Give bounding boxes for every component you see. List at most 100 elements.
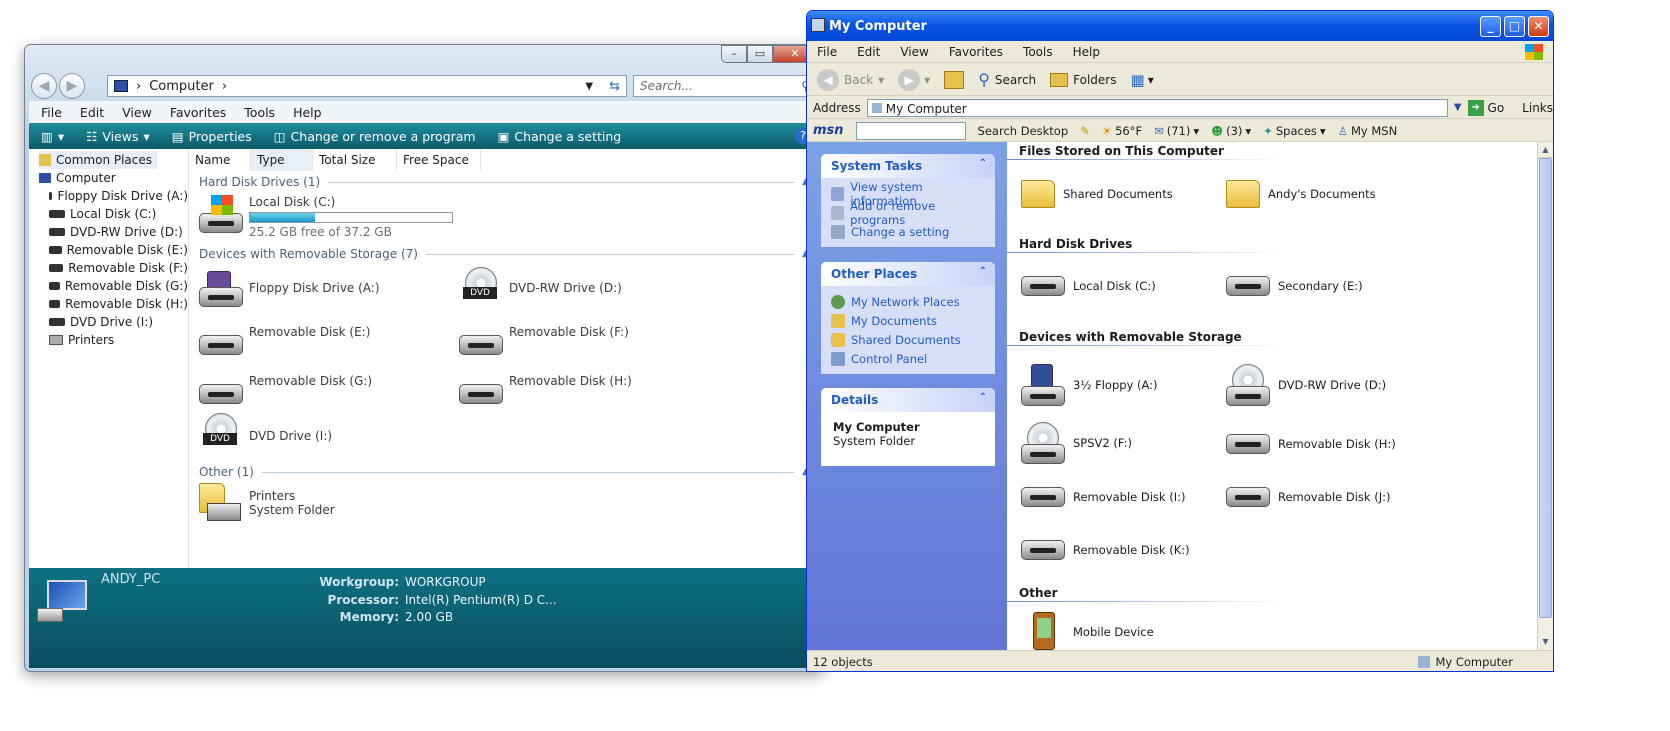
maximize-button[interactable]: □ (1504, 16, 1525, 37)
refresh-icon[interactable]: ⇆ (609, 79, 620, 94)
place-control-panel[interactable]: Control Panel (831, 349, 985, 368)
column-total-size[interactable]: Total Size (313, 149, 397, 171)
place-shared-documents[interactable]: Shared Documents (831, 330, 985, 349)
local-disk-item[interactable]: Local Disk (C:) 25.2 GB free of 37.2 GB (199, 195, 453, 239)
sidebar-item-computer[interactable]: Computer (39, 169, 188, 187)
removable-k-item[interactable]: Removable Disk (K:) (1021, 540, 1190, 560)
removable-h-item[interactable]: Removable Disk (H:) (1226, 434, 1396, 454)
back-button[interactable]: ◀ Back ▾ (817, 68, 884, 91)
address-dropdown-icon[interactable]: ▼ (585, 81, 593, 92)
removable-disk-f-item[interactable]: Removable Disk (F:) (459, 325, 629, 355)
column-name[interactable]: Name (189, 149, 251, 171)
menu-file[interactable]: File (817, 45, 837, 59)
menu-tools[interactable]: Tools (244, 105, 275, 120)
other-places-header[interactable]: Other Places ⌃ (821, 262, 995, 286)
sidebar-item-floppy[interactable]: Floppy Disk Drive (A:) (49, 187, 188, 205)
go-button[interactable]: ➜ Go (1467, 99, 1504, 116)
sidebar-item-dvd-rw[interactable]: DVD-RW Drive (D:) (49, 223, 188, 241)
views-button[interactable]: ▦ ▾ (1131, 71, 1154, 89)
change-setting-button[interactable]: ▣ Change a setting (498, 129, 622, 144)
secondary-e-item[interactable]: Secondary (E:) (1226, 276, 1363, 296)
spaces-button[interactable]: ✦ Spaces ▾ (1263, 124, 1325, 138)
forward-button[interactable]: ▶ (59, 73, 85, 99)
mobile-device-item[interactable]: Mobile Device (1021, 612, 1154, 652)
back-button[interactable]: ◀ (31, 73, 57, 99)
scroll-down-icon[interactable]: ▼ (1538, 634, 1553, 650)
search-button[interactable]: ⚲ Search (978, 70, 1036, 89)
search-desktop-button[interactable]: Search Desktop (978, 124, 1069, 138)
scroll-thumb[interactable] (1539, 158, 1552, 618)
change-program-button[interactable]: ◫ Change or remove a program (274, 129, 476, 144)
removable-disk-g-item[interactable]: Removable Disk (G:) (199, 374, 372, 404)
up-folder-icon[interactable] (944, 70, 965, 89)
dvd-rw-d-item[interactable]: DVD-RW Drive (D:) (1226, 364, 1386, 406)
sidebar-item-removable-e[interactable]: Removable Disk (E:) (49, 241, 188, 259)
menu-view[interactable]: View (122, 105, 152, 120)
minimize-button[interactable]: _ (1480, 16, 1501, 37)
search-input[interactable]: Search...⚲ (633, 75, 817, 97)
place-network[interactable]: My Network Places (831, 292, 985, 311)
dvd-drive-i-item[interactable]: DVD DVD Drive (I:) (199, 413, 332, 455)
sidebar-item-local-disk[interactable]: Local Disk (C:) (49, 205, 188, 223)
place-my-documents[interactable]: My Documents (831, 311, 985, 330)
spsv2-f-item[interactable]: SPSV2 (F:) (1021, 422, 1132, 464)
organize-button[interactable]: ▥ ▾ (41, 129, 64, 144)
removable-disk-e-item[interactable]: Removable Disk (E:) (199, 325, 370, 355)
floppy-drive-item[interactable]: Floppy Disk Drive (A:) (199, 271, 380, 307)
sidebar-item-removable-g[interactable]: Removable Disk (G:) (49, 277, 188, 295)
local-disk-c-item[interactable]: Local Disk (C:) (1021, 276, 1156, 296)
collapse-icon[interactable]: ⌃ (979, 392, 987, 403)
group-other[interactable]: Other (1)▲ (199, 465, 809, 479)
collapse-icon[interactable]: ⌃ (979, 266, 987, 277)
menu-edit[interactable]: Edit (80, 105, 104, 120)
details-header[interactable]: Details ⌃ (821, 388, 995, 412)
msn-search-input[interactable] (855, 121, 966, 140)
task-add-remove-programs[interactable]: Add or remove programs (831, 199, 985, 227)
collapse-icon[interactable]: ⌃ (979, 158, 987, 169)
group-hard-disk-drives[interactable]: Hard Disk Drives (1)▲ (199, 175, 809, 189)
sidebar-item-removable-h[interactable]: Removable Disk (H:) (49, 295, 188, 313)
column-type[interactable]: Type (251, 149, 313, 171)
properties-button[interactable]: ▤ Properties (172, 129, 252, 144)
close-button[interactable]: ✕ (1528, 16, 1549, 37)
menu-help[interactable]: Help (1073, 45, 1100, 59)
views-button[interactable]: ☷ Views ▾ (86, 129, 150, 144)
maximize-button[interactable]: ▭ (747, 45, 773, 63)
address-input[interactable]: My Computer (866, 98, 1448, 117)
sidebar-item-dvd-drive[interactable]: DVD Drive (I:) (49, 313, 188, 331)
menu-favorites[interactable]: Favorites (170, 105, 226, 120)
menu-file[interactable]: File (41, 105, 62, 120)
removable-disk-h-item[interactable]: Removable Disk (H:) (459, 374, 632, 404)
address-bar[interactable]: › Computer › ▼ ⇆ (107, 75, 627, 97)
scroll-up-icon[interactable]: ▲ (1538, 142, 1553, 158)
vertical-scrollbar[interactable]: ▲ ▼ (1537, 142, 1553, 650)
system-tasks-header[interactable]: System Tasks ⌃ (821, 154, 995, 178)
shared-documents-item[interactable]: Shared Documents (1021, 180, 1173, 208)
minimize-button[interactable]: – (721, 45, 747, 63)
mail-button[interactable]: ✉ (71) ▾ (1154, 124, 1199, 138)
dvd-rw-drive-item[interactable]: DVD DVD-RW Drive (D:) (459, 267, 622, 307)
group-removable-storage[interactable]: Devices with Removable Storage (7)▲ (199, 247, 809, 261)
removable-i-item[interactable]: Removable Disk (I:) (1021, 487, 1185, 507)
highlight-icon[interactable]: ✎ (1080, 124, 1090, 138)
my-msn-button[interactable]: ♙ My MSN (1338, 124, 1398, 138)
removable-j-item[interactable]: Removable Disk (J:) (1226, 487, 1390, 507)
andys-documents-item[interactable]: Andy's Documents (1226, 180, 1376, 208)
menu-favorites[interactable]: Favorites (949, 45, 1003, 59)
menu-edit[interactable]: Edit (857, 45, 880, 59)
links-button[interactable]: Links (1522, 101, 1553, 115)
menu-tools[interactable]: Tools (1023, 45, 1053, 59)
address-dropdown-icon[interactable]: ▼ (1454, 102, 1462, 113)
printers-item[interactable]: Printers System Folder (199, 483, 335, 527)
sidebar-item-common-places[interactable]: Common Places (39, 151, 157, 169)
sidebar-item-removable-f[interactable]: Removable Disk (F:) (49, 259, 188, 277)
folders-button[interactable]: Folders (1050, 72, 1117, 87)
column-free-space[interactable]: Free Space (397, 149, 481, 171)
floppy-a-item[interactable]: 3½ Floppy (A:) (1021, 364, 1158, 406)
forward-button[interactable]: ▶ ▾ (898, 68, 930, 91)
menu-help[interactable]: Help (293, 105, 322, 120)
menu-view[interactable]: View (900, 45, 928, 59)
weather-button[interactable]: ☀ 56°F (1102, 124, 1142, 138)
contacts-button[interactable]: ☻ (3) ▾ (1211, 124, 1251, 138)
sidebar-item-printers[interactable]: Printers (49, 331, 188, 349)
